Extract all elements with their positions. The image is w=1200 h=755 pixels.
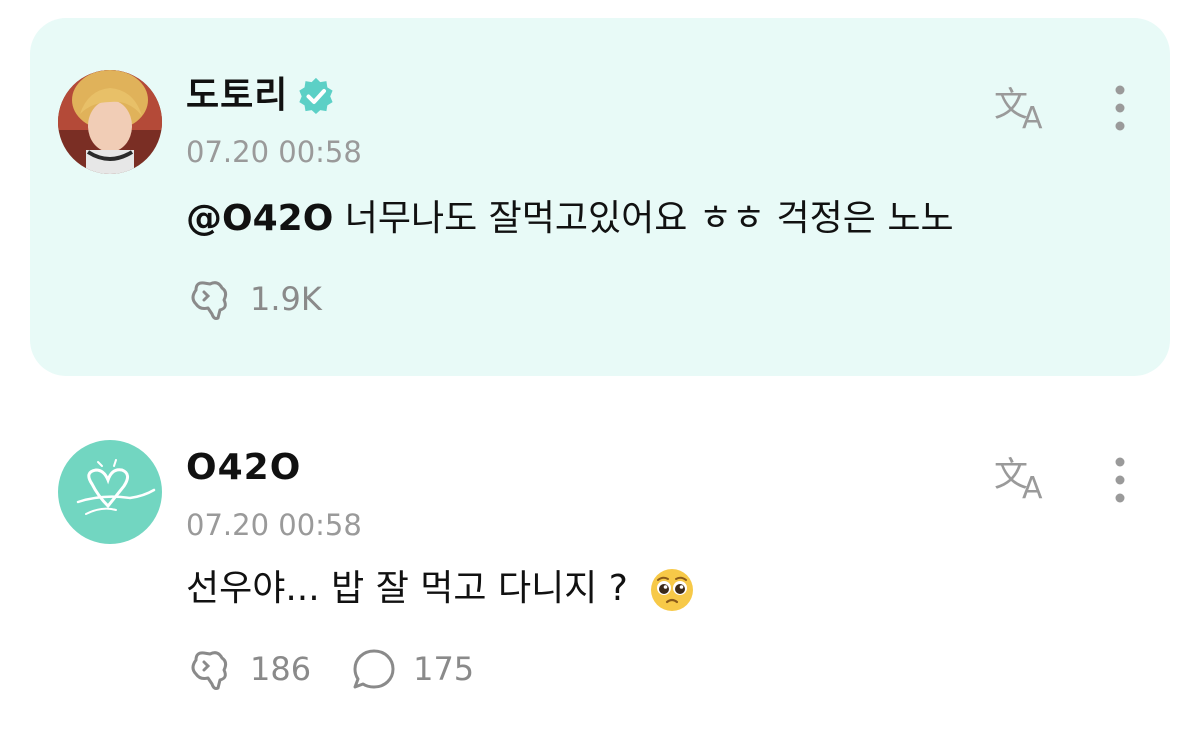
reply-timestamp: 07.20 00:58: [186, 135, 362, 169]
comment-icon: [353, 649, 395, 689]
svg-text:A: A: [1022, 471, 1043, 502]
original-comment-count: 175: [413, 650, 475, 688]
original-author-name[interactable]: O42O: [186, 447, 301, 488]
reply-like-count: 1.9K: [250, 280, 322, 318]
original-stats: 186 175: [186, 644, 512, 694]
reply-author-row: 도토리: [186, 72, 336, 120]
reply-stats: 1.9K: [186, 274, 360, 324]
reply-like-button[interactable]: 1.9K: [186, 274, 322, 324]
translate-icon[interactable]: 文 A: [992, 80, 1054, 132]
more-vertical-icon[interactable]: [1110, 82, 1130, 134]
translate-icon[interactable]: 文 A: [992, 450, 1054, 502]
profile-logo-image: [58, 440, 162, 544]
original-timestamp: 07.20 00:58: [186, 508, 362, 542]
original-post-avatar[interactable]: [58, 440, 162, 544]
original-comment-button[interactable]: 175: [349, 644, 474, 694]
verified-badge-icon: [299, 77, 333, 114]
reply-message: 너무나도 잘먹고있어요 ㅎㅎ 걱정은 노노: [333, 198, 954, 239]
mention-link[interactable]: @O42O: [186, 198, 333, 239]
more-vertical-icon[interactable]: [1110, 454, 1130, 506]
original-body-text: 선우야... 밥 잘 먹고 다니지 ?: [186, 565, 695, 613]
reply-body-text: @O42O 너무나도 잘먹고있어요 ㅎㅎ 걱정은 노노: [186, 195, 954, 243]
original-author-row: O42O: [186, 444, 301, 492]
pleading-face-emoji: [651, 569, 694, 611]
original-message: 선우야... 밥 잘 먹고 다니지 ?: [186, 568, 628, 609]
like-icon: [191, 281, 228, 320]
reply-post-avatar[interactable]: [58, 70, 162, 174]
original-like-button[interactable]: 186: [186, 644, 311, 694]
original-like-count: 186: [250, 650, 312, 688]
profile-photo-image: [58, 70, 162, 174]
like-icon: [191, 651, 228, 690]
svg-text:A: A: [1022, 101, 1043, 132]
reply-author-name[interactable]: 도토리: [186, 72, 288, 120]
